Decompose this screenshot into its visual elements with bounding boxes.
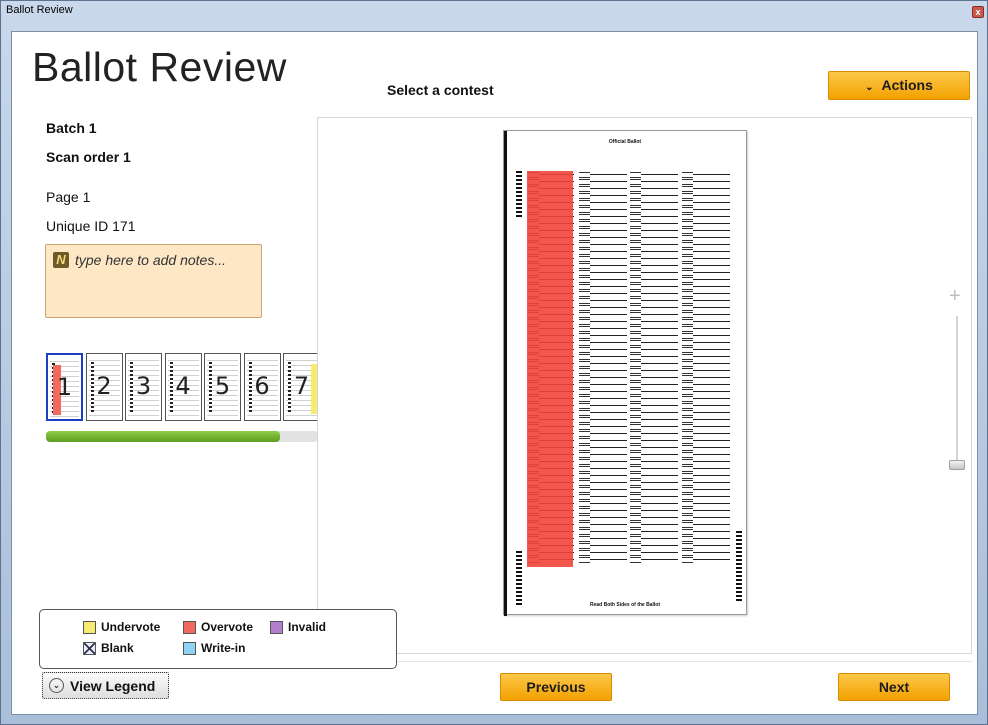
timing-marks-top-left bbox=[516, 171, 522, 219]
ballot-header-text: Official Ballot bbox=[608, 139, 642, 145]
zoom-slider[interactable]: + bbox=[949, 286, 965, 484]
next-button[interactable]: Next bbox=[838, 673, 950, 701]
chevron-down-circle-icon: ⌄ bbox=[49, 678, 64, 693]
view-legend-label: View Legend bbox=[70, 677, 156, 694]
legend-write-in-label: Write-in bbox=[201, 641, 246, 655]
unique-id-label: Unique ID 171 bbox=[46, 218, 136, 234]
thumbnail-progress-bar bbox=[46, 431, 318, 442]
page-title: Ballot Review bbox=[32, 44, 287, 90]
legend-overvote-label: Overvote bbox=[201, 620, 254, 634]
legend-write-in: Write-in bbox=[183, 641, 245, 655]
previous-button[interactable]: Previous bbox=[500, 673, 612, 701]
ballot-thumbnail-3[interactable]: 3 bbox=[125, 353, 162, 421]
page-label: Page 1 bbox=[46, 189, 91, 205]
overvote-highlight bbox=[527, 171, 573, 567]
ballot-column-3 bbox=[630, 171, 678, 563]
ballot-image[interactable]: Official Ballot Read Both Sides of the B… bbox=[503, 130, 747, 616]
app-window: Ballot Review x Ballot Review Select a c… bbox=[0, 0, 988, 725]
undervote-swatch bbox=[83, 620, 96, 634]
timing-marks-bottom-left bbox=[516, 551, 522, 605]
chevron-down-icon: ⌄ bbox=[865, 82, 874, 93]
zoom-handle[interactable] bbox=[949, 460, 965, 470]
legend-invalid-label: Invalid bbox=[288, 620, 327, 634]
legend-undervote-label: Undervote bbox=[101, 620, 161, 634]
title-bar: Ballot Review x bbox=[1, 1, 987, 23]
invalid-swatch bbox=[270, 620, 283, 634]
ballot-column-2 bbox=[579, 171, 627, 563]
client-area: Ballot Review Select a contest ⌄ Actions … bbox=[11, 31, 978, 715]
notes-field[interactable]: N type here to add notes... bbox=[45, 244, 262, 318]
ballot-edge bbox=[504, 131, 507, 616]
thumbnail-number: 6 bbox=[254, 372, 270, 400]
zoom-track[interactable] bbox=[956, 316, 958, 466]
view-legend-button[interactable]: ⌄ View Legend bbox=[42, 672, 169, 699]
thumbnail-number: 5 bbox=[214, 372, 231, 400]
thumbnail-number: 7 bbox=[293, 372, 310, 400]
legend-panel: Undervote Overvote Invalid Blank Write-i… bbox=[39, 609, 397, 669]
ballot-thumbnail-4[interactable]: 4 bbox=[164, 353, 202, 421]
ballot-thumbnail-5[interactable]: 5 bbox=[204, 353, 241, 421]
write-in-swatch bbox=[183, 641, 196, 655]
ballot-thumbnail-1[interactable]: 1 bbox=[46, 353, 83, 421]
legend-undervote: Undervote bbox=[83, 620, 160, 634]
thumbnail-number: 4 bbox=[175, 372, 191, 400]
ballot-footer-text: Read Both Sides of the Ballot bbox=[589, 602, 660, 608]
thumbnail-number: 3 bbox=[135, 372, 152, 400]
window-title: Ballot Review bbox=[6, 4, 73, 16]
ballot-thumbnail-6[interactable]: 6 bbox=[243, 353, 281, 421]
zoom-in-icon[interactable]: + bbox=[949, 286, 961, 306]
scan-order-label: Scan order 1 bbox=[46, 149, 131, 165]
blank-swatch bbox=[83, 641, 96, 655]
thumbnail-progress-fill bbox=[46, 431, 280, 442]
ballot-thumbnail-7[interactable]: 7 bbox=[283, 353, 318, 421]
ballot-thumbnail-strip: 1234567 bbox=[46, 353, 318, 423]
ballot-thumbnail-2[interactable]: 2 bbox=[85, 353, 123, 421]
legend-blank-label: Blank bbox=[101, 641, 134, 655]
batch-label: Batch 1 bbox=[46, 120, 97, 136]
close-icon[interactable]: x bbox=[972, 6, 984, 18]
thumbnail-number: 2 bbox=[96, 372, 112, 400]
legend-blank: Blank bbox=[83, 641, 134, 655]
overvote-swatch bbox=[183, 620, 196, 634]
legend-overvote: Overvote bbox=[183, 620, 253, 634]
notes-placeholder: type here to add notes... bbox=[75, 252, 226, 268]
ballot-column-4 bbox=[682, 171, 730, 563]
thumbnail-number: 1 bbox=[56, 373, 73, 401]
ballot-viewer[interactable]: Official Ballot Read Both Sides of the B… bbox=[317, 117, 972, 654]
actions-button[interactable]: ⌄ Actions bbox=[828, 71, 970, 100]
actions-button-label: Actions bbox=[881, 77, 933, 93]
footer-divider bbox=[317, 661, 972, 662]
legend-invalid: Invalid bbox=[270, 620, 326, 634]
contest-label: Select a contest bbox=[387, 82, 494, 98]
timing-marks-bottom-right bbox=[736, 531, 742, 601]
notes-icon: N bbox=[53, 252, 69, 268]
